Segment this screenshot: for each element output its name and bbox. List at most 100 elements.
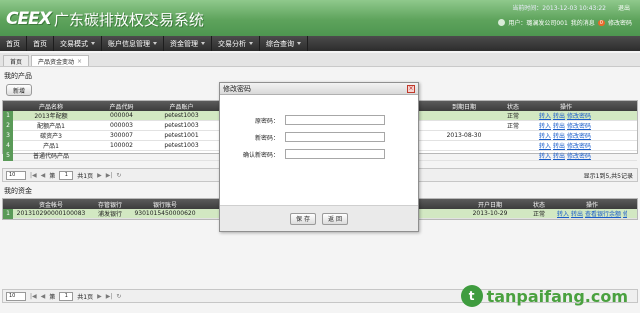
change-password-link[interactable]: 修改密码: [608, 18, 632, 27]
close-icon[interactable]: ×: [407, 85, 415, 93]
add-product-button[interactable]: 新增: [6, 84, 32, 96]
back-button[interactable]: 返 回: [322, 212, 348, 225]
table-cell: 碳资产3: [40, 133, 62, 140]
table-cell: 2013年配额: [34, 113, 68, 120]
menu-item[interactable]: 交易分析: [212, 36, 260, 51]
tab-item[interactable]: 首页: [3, 55, 30, 66]
column-header[interactable]: 到期日期: [433, 102, 495, 111]
watermark-text: tanpaifang.com: [486, 286, 628, 306]
column-header[interactable]: 状态: [521, 200, 557, 209]
first-page-icon[interactable]: |◀: [30, 293, 37, 300]
column-header[interactable]: 银行账号: [131, 200, 199, 209]
system-title: 广东碳排放权交易系统: [53, 10, 204, 29]
chevron-down-icon: [297, 42, 301, 45]
row-action-link[interactable]: 转入: [539, 123, 551, 130]
menu-item-label: 首页: [33, 39, 47, 48]
close-icon[interactable]: ×: [77, 58, 82, 65]
menu-item[interactable]: 交易模式: [54, 36, 102, 51]
total-pages: 共1页: [77, 172, 94, 180]
row-action-link[interactable]: 修改密码: [567, 123, 591, 130]
row-action-link[interactable]: 修改密码: [567, 153, 591, 160]
row-action-link[interactable]: 修改密码: [567, 133, 591, 140]
tab-bar: 首页 产品资金变动 ×: [0, 53, 640, 67]
messages-link[interactable]: 我的消息: [571, 18, 595, 27]
products-section-title: 我的产品: [4, 72, 32, 80]
first-page-icon[interactable]: |◀: [30, 172, 37, 179]
table-cell: 000004: [110, 112, 133, 119]
table-cell: 2013-08-30: [446, 132, 482, 139]
column-header[interactable]: 状态: [495, 102, 531, 111]
form-row: 新密码：: [220, 132, 418, 142]
menu-item[interactable]: 首页: [27, 36, 54, 51]
column-header[interactable]: 资金帐号: [13, 200, 89, 209]
row-action-link[interactable]: 转出: [553, 113, 565, 120]
column-header[interactable]: 产品账户: [154, 102, 209, 111]
last-page-icon[interactable]: ▶|: [106, 293, 113, 300]
dialog-titlebar: 修改密码 ×: [220, 83, 418, 95]
column-header[interactable]: 操作: [557, 200, 627, 209]
page-size-select[interactable]: 10: [6, 170, 26, 180]
field-label: 确认新密码：: [242, 151, 279, 159]
save-button[interactable]: 保 存: [290, 212, 316, 225]
watermark-logo: t: [460, 285, 483, 307]
password-input[interactable]: [285, 115, 385, 125]
page-number-input[interactable]: 1: [59, 170, 74, 180]
refresh-icon[interactable]: ↻: [116, 172, 121, 179]
table-cell: 正常: [506, 123, 519, 130]
page-size-select[interactable]: 10: [6, 291, 26, 301]
column-header[interactable]: 存管银行: [89, 200, 131, 209]
logo: CEEX 广东碳排放权交易系统: [6, 9, 204, 29]
row-action-link[interactable]: 查看银行余额: [585, 211, 621, 218]
menu-item[interactable]: 首页: [0, 36, 27, 51]
row-action-link[interactable]: 转出: [553, 153, 565, 160]
row-action-link[interactable]: 转入: [539, 143, 551, 150]
table-cell: petest1003: [164, 142, 199, 149]
main-menu: 首页 首页 交易模式 账户信息管理 资金管理 交易分析 综合查询: [0, 36, 640, 51]
prev-page-icon[interactable]: ◀: [41, 293, 46, 300]
column-header[interactable]: 操作: [531, 102, 601, 111]
tab-item[interactable]: 产品资金变动 ×: [31, 55, 90, 66]
row-action-link[interactable]: 转出: [571, 211, 583, 218]
table-cell: 100002: [110, 142, 133, 149]
column-header[interactable]: 产品名称: [13, 102, 89, 111]
column-header[interactable]: 产品代码: [89, 102, 154, 111]
row-action-link[interactable]: 修改密码: [623, 211, 627, 218]
table-cell: 转入 转出 修改密码: [531, 121, 601, 130]
row-action-link[interactable]: 修改密码: [567, 113, 591, 120]
row-action-link[interactable]: 转入: [557, 211, 569, 218]
page-number-input[interactable]: 1: [59, 291, 74, 301]
table-cell: 1: [3, 110, 13, 121]
row-action-link[interactable]: 转出: [553, 143, 565, 150]
menu-item[interactable]: 账户信息管理: [102, 36, 164, 51]
table-cell: 5: [3, 150, 13, 161]
prev-page-icon[interactable]: ◀: [41, 172, 46, 179]
tab-label: 首页: [10, 58, 23, 66]
row-action-link[interactable]: 转出: [553, 123, 565, 130]
next-page-icon[interactable]: ▶: [97, 172, 102, 179]
table-cell: 浦发银行: [97, 211, 122, 218]
row-action-link[interactable]: 修改密码: [567, 143, 591, 150]
menu-item-label: 交易模式: [60, 39, 88, 48]
app-header: CEEX 广东碳排放权交易系统 当前时间：2013-12-03 10:43:22…: [0, 0, 640, 36]
password-input[interactable]: [285, 149, 385, 159]
row-action-link[interactable]: 转入: [539, 113, 551, 120]
change-password-dialog: 修改密码 × 原密码： 新密码： 确认新密码： 保 存 返 回: [219, 82, 419, 232]
message-count-badge: 0: [597, 19, 605, 26]
column-header[interactable]: 开户日期: [459, 200, 521, 209]
menu-item[interactable]: 资金管理: [164, 36, 212, 51]
chevron-down-icon: [91, 42, 95, 45]
row-action-link[interactable]: 转入: [539, 133, 551, 140]
logout-link[interactable]: 退出: [618, 3, 630, 12]
tab-label: 产品资金变动: [38, 58, 75, 66]
dialog-footer: 保 存 返 回: [220, 205, 418, 231]
chevron-down-icon: [249, 42, 253, 45]
user-bar: 用户：璐澜发公司001 我的消息 0 修改密码: [498, 18, 632, 27]
last-page-icon[interactable]: ▶|: [106, 172, 113, 179]
field-label: 新密码：: [254, 134, 279, 142]
menu-item[interactable]: 综合查询: [260, 36, 308, 51]
row-action-link[interactable]: 转入: [539, 153, 551, 160]
password-input[interactable]: [285, 132, 385, 142]
next-page-icon[interactable]: ▶: [97, 293, 102, 300]
refresh-icon[interactable]: ↻: [116, 293, 121, 300]
row-action-link[interactable]: 转出: [553, 133, 565, 140]
